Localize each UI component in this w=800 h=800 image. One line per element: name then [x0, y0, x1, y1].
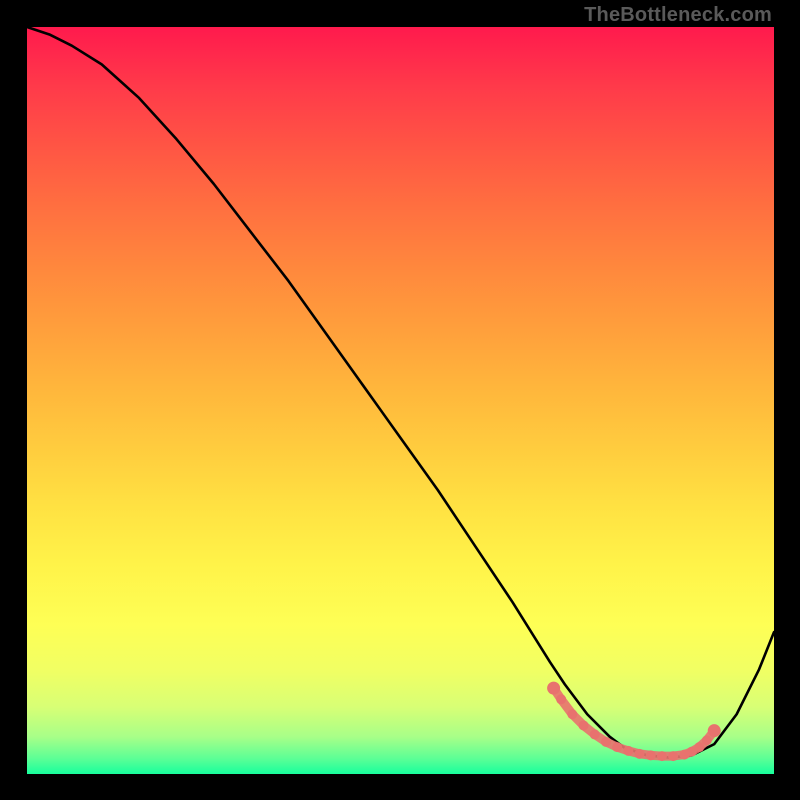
marker-dot — [702, 735, 712, 745]
marker-dot — [601, 737, 611, 747]
plot-area — [27, 27, 774, 774]
chart-stage: TheBottleneck.com — [0, 0, 800, 800]
marker-dot — [657, 751, 667, 761]
marker-dot — [590, 729, 600, 739]
marker-dot — [646, 750, 656, 760]
marker-dot — [635, 749, 645, 759]
marker-dot — [556, 694, 566, 704]
marker-dot — [579, 720, 589, 730]
marker-dot — [708, 724, 721, 737]
marker-dot — [547, 682, 560, 695]
chart-svg — [27, 27, 774, 774]
marker-dot — [623, 746, 633, 756]
curve-path — [27, 27, 774, 758]
marker-dot — [567, 709, 577, 719]
marker-dot — [612, 742, 622, 752]
marker-dot — [694, 742, 704, 752]
watermark-text: TheBottleneck.com — [584, 4, 772, 27]
marker-dot — [668, 751, 678, 761]
marker-band — [554, 688, 715, 756]
